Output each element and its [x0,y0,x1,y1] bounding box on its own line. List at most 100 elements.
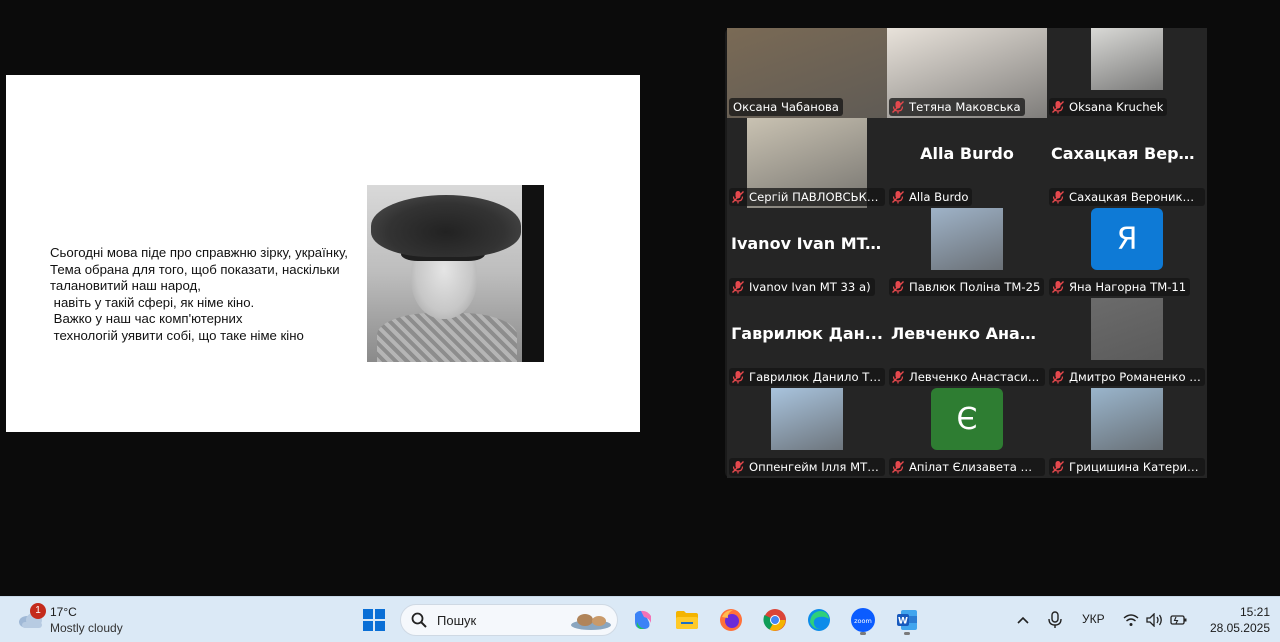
participant-name-label: Alla Burdo [889,188,973,206]
participant-tile[interactable]: Левченко Анас... Левченко Анастасия ... [887,298,1047,388]
participant-tile[interactable]: Оппенгейм Ілля МТс-... [727,388,887,478]
participant-tile[interactable]: Сахацкая Веро... Сахацкая Вероника Т... [1047,118,1207,208]
firefox-button[interactable] [714,603,748,637]
slide-line: Важко у наш час комп'ютерних [50,311,243,327]
participant-name-label: Яна Нагорна ТМ-11 [1049,278,1191,296]
mic-muted-icon [1052,371,1064,384]
participant-tile[interactable]: Оксана Чабанова [727,28,887,118]
participant-display-name: Левченко Анас... [891,324,1043,343]
participant-name: Апілат Єлизавета МТ-... [909,460,1041,474]
participant-name: Oksana Kruchek [1069,100,1164,114]
clock-date: 28.05.2025 [1209,621,1270,635]
mic-muted-icon [732,461,744,474]
portrait-photo [367,185,544,362]
mic-muted-icon [1052,461,1064,474]
participant-tile[interactable]: Сергій ПАВЛОВСЬКИЙ [727,118,887,208]
participant-name-label: Сергій ПАВЛОВСЬКИЙ [729,188,885,206]
slide-line: навіть у такій сфері, як німе кіно. [50,294,255,310]
participant-name-label: Грицишина Катерина... [1049,458,1205,476]
wifi-icon [1123,614,1139,626]
taskbar-search[interactable]: Пошук [400,604,618,636]
participant-display-name: Сахацкая Веро... [1051,144,1203,163]
participant-avatar: Я [1091,208,1163,270]
participant-tile[interactable]: Грицишина Катерина... [1047,388,1207,478]
word-button[interactable]: W [890,603,924,637]
participant-name-label: Ivanov Ivan MT 33 a) [729,278,875,296]
slide-line: Сьогодні мова піде про справжню зірку, у… [50,245,348,260]
mic-muted-icon [892,371,904,384]
participant-name-label: Павлюк Поліна ТМ-25 [889,278,1045,296]
participant-tile[interactable]: Тетяна Маковська [887,28,1047,118]
participant-name: Левченко Анастасия ... [909,370,1041,384]
windows-taskbar: 1 17°C Mostly cloudy Пошук zoom W УКР 15… [0,596,1280,642]
meeting-stage: Сьогодні мова піде про справжню зірку, у… [0,0,1280,596]
participants-gallery: Оксана Чабанова Тетяна Маковська Oksana Kr… [725,28,1207,478]
svg-text:zoom: zoom [854,617,872,625]
participant-name: Оппенгейм Ілля МТс-... [749,460,881,474]
participant-video [1091,388,1163,450]
edge-button[interactable] [802,603,836,637]
language-indicator[interactable]: УКР [1082,612,1105,626]
participant-name-label: Дмитро Романенко Г... [1049,368,1205,386]
chevron-up-icon [1017,616,1029,624]
mic-muted-icon [892,191,904,204]
mic-muted-icon [732,281,744,294]
zoom-icon: zoom [851,608,875,632]
firefox-icon [720,609,742,631]
participant-tile[interactable]: Alla Burdo Alla Burdo [887,118,1047,208]
slide-line: талановитий наш народ, [50,278,201,294]
mic-muted-icon [732,191,744,204]
chrome-icon [763,609,786,631]
participant-video [931,208,1003,270]
participant-tile[interactable]: Павлюк Поліна ТМ-25 [887,208,1047,298]
edge-icon [808,609,830,631]
participant-tile[interactable]: Я Яна Нагорна ТМ-11 [1047,208,1207,298]
participant-display-name: Ivanov Ivan MT... [731,234,883,253]
participant-name: Оксана Чабанова [733,100,839,114]
weather-widget[interactable]: 1 17°C Mostly cloudy [16,602,146,638]
participant-display-name: Alla Burdo [920,144,1014,163]
participant-video [771,388,843,450]
participant-name-label: Oksana Kruchek [1049,98,1168,116]
windows-icon [363,609,385,631]
participant-name: Гаврилюк Данило ТМ... [749,370,881,384]
participant-tile[interactable]: Гаврилюк Дан... Гаврилюк Данило ТМ... [727,298,887,388]
copilot-button[interactable] [626,603,660,637]
participant-tile[interactable]: Дмитро Романенко Г... [1047,298,1207,388]
participant-name: Сахацкая Вероника Т... [1069,190,1201,204]
tray-overflow-button[interactable] [1006,603,1040,637]
participant-name-label: Апілат Єлизавета МТ-... [889,458,1045,476]
chrome-button[interactable] [758,603,792,637]
participant-name: Сергій ПАВЛОВСЬКИЙ [749,190,881,204]
slide-line: Тема обрана для того, щоб показати, наск… [50,261,340,277]
participant-name: Павлюк Поліна ТМ-25 [909,280,1041,294]
participant-name: Дмитро Романенко Г... [1069,370,1201,384]
participant-name-label: Сахацкая Вероника Т... [1049,188,1205,206]
battery-button[interactable] [1162,603,1196,637]
mic-muted-icon [1052,281,1064,294]
participant-name: Alla Burdo [909,190,969,204]
participant-display-name: Гаврилюк Дан... [731,324,883,343]
battery-icon [1170,615,1187,625]
participant-video [1091,28,1163,90]
clock-time: 15:21 [1239,605,1270,619]
search-placeholder: Пошук [437,613,477,628]
participant-tile[interactable]: Є Апілат Єлизавета МТ-... [887,388,1047,478]
file-explorer-button[interactable] [670,603,704,637]
microphone-button[interactable] [1038,603,1072,637]
weather-condition: Mostly cloudy [50,621,123,635]
participant-tile[interactable]: Ivanov Ivan MT... Ivanov Ivan MT 33 a) [727,208,887,298]
slide-text: Сьогодні мова піде про справжню зірку, у… [50,245,368,345]
zoom-button[interactable]: zoom [846,603,880,637]
participant-name: Грицишина Катерина... [1069,460,1201,474]
system-clock[interactable]: 15:21 28.05.2025 [1196,604,1270,636]
search-icon [411,612,427,628]
copilot-icon [635,610,651,629]
participant-name-label: Гаврилюк Данило ТМ... [729,368,885,386]
start-button[interactable] [357,603,391,637]
participant-name-label: Левченко Анастасия ... [889,368,1045,386]
running-indicator [904,632,910,635]
participant-tile[interactable]: Oksana Kruchek [1047,28,1207,118]
participant-avatar: Є [931,388,1003,450]
folder-icon [676,611,698,629]
